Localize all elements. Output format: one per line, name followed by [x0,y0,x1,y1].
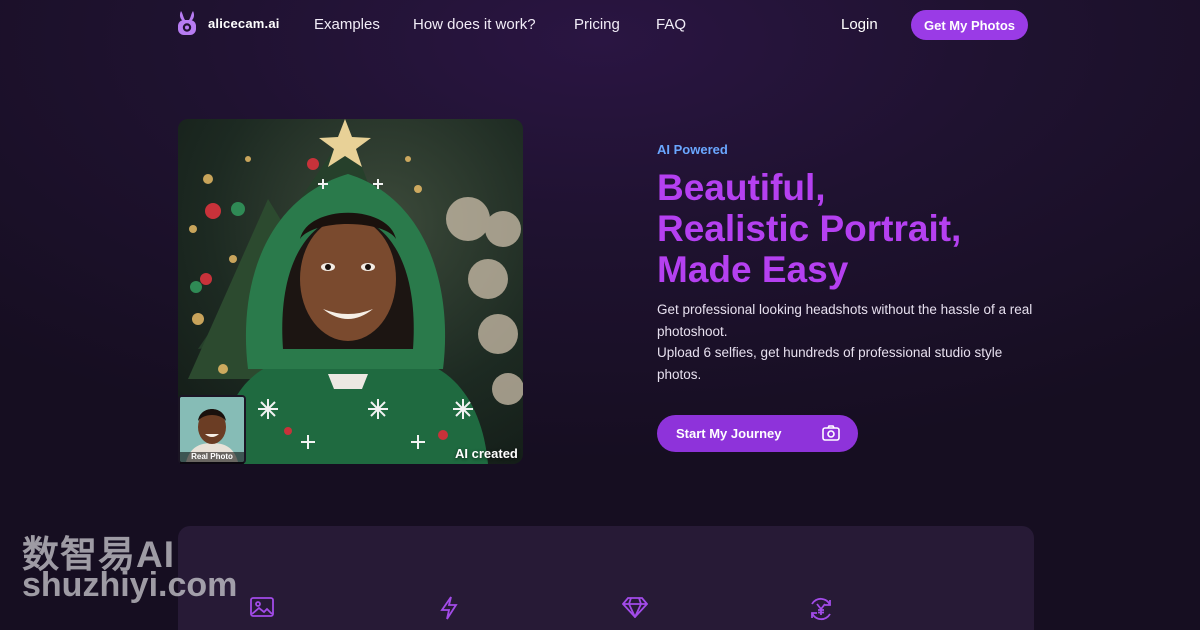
login-link[interactable]: Login [841,16,878,33]
logo[interactable]: alicecam.ai [176,9,280,37]
diamond-icon [621,596,649,623]
headline-line-2: Realistic Portrait, [657,208,962,249]
start-my-journey-button[interactable]: Start My Journey [657,415,858,452]
nav-link-examples[interactable]: Examples [314,16,380,33]
hero-description: Get professional looking headshots witho… [657,299,1037,385]
logo-text: alicecam.ai [208,15,280,31]
nav-link-faq[interactable]: FAQ [656,16,686,33]
watermark-line-2: shuzhiyi.com [22,566,238,604]
headline-line-1: Beautiful, [657,167,826,208]
nav-link-pricing[interactable]: Pricing [574,16,620,33]
description-paragraph-2: Upload 6 selfies, get hundreds of profes… [657,345,1003,382]
start-my-journey-label: Start My Journey [676,426,782,441]
yen-refresh-icon [808,596,834,627]
top-nav: alicecam.ai Examples How does it work? P… [0,0,1200,50]
ai-created-label: AI created [455,446,518,461]
hero-headline: Beautiful, Realistic Portrait, Made Easy [657,167,961,290]
real-photo-label: Real Photo [180,452,244,464]
image-icon [250,596,274,623]
ai-powered-eyebrow: AI Powered [657,142,728,157]
headline-line-3: Made Easy [657,249,849,290]
bunny-camera-icon [176,9,200,37]
get-my-photos-button[interactable]: Get My Photos [911,10,1028,40]
nav-link-how-it-works[interactable]: How does it work? [413,16,536,33]
features-card [178,526,1034,630]
camera-icon [822,425,840,444]
lightning-icon [440,596,458,625]
description-paragraph-1: Get professional looking headshots witho… [657,302,1033,339]
